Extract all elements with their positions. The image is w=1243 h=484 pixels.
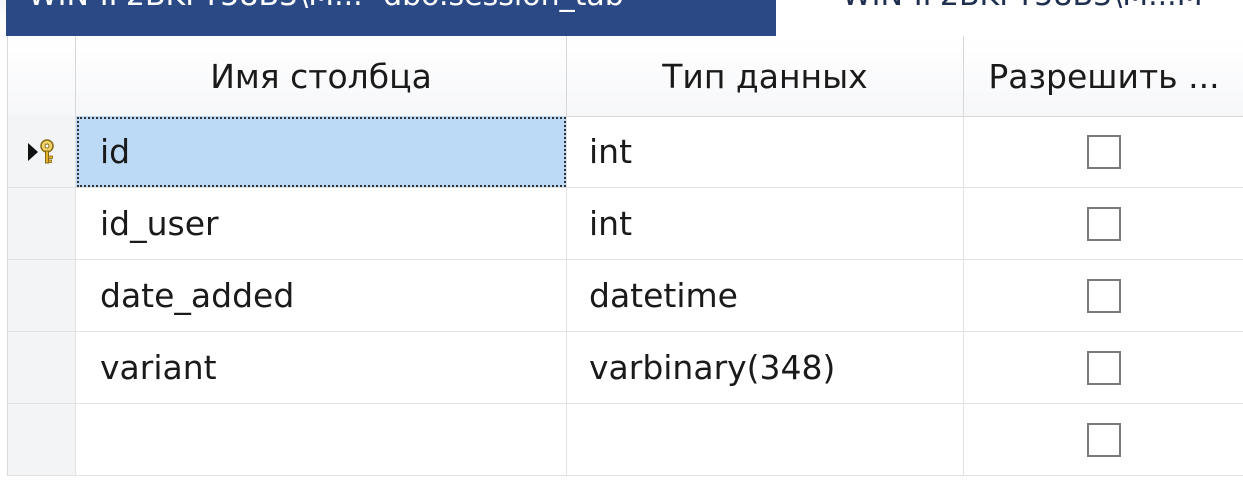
row-selector[interactable] bbox=[7, 188, 76, 260]
column-name-cell[interactable] bbox=[76, 404, 567, 476]
allow-nulls-checkbox[interactable] bbox=[1087, 422, 1121, 457]
column-name-cell[interactable]: id bbox=[76, 116, 567, 188]
table-row[interactable]: date_added datetime bbox=[7, 260, 1243, 332]
tab-other[interactable]: WIN-IF2BKFT58B3\M...M bbox=[776, 0, 1243, 36]
table-row-new[interactable] bbox=[7, 404, 1243, 476]
row-selector[interactable] bbox=[7, 404, 76, 476]
data-type-cell[interactable]: int bbox=[567, 188, 964, 260]
data-type-cell[interactable]: int bbox=[567, 116, 964, 188]
data-type-cell[interactable]: datetime bbox=[567, 260, 964, 332]
tab-session-tab[interactable]: WIN-IF2BKFT58B3\M...- dbo.session_tab bbox=[6, 0, 776, 36]
allow-nulls-cell bbox=[964, 260, 1243, 332]
column-name-header[interactable]: Имя столбца bbox=[76, 36, 567, 116]
row-selector[interactable] bbox=[7, 332, 76, 404]
table-row[interactable]: variant varbinary(348) bbox=[7, 332, 1243, 404]
primary-key-icon bbox=[38, 138, 56, 165]
row-marker bbox=[27, 138, 56, 165]
column-design-grid: Имя столбца Тип данных Разрешить ... id … bbox=[6, 36, 1243, 484]
allow-nulls-checkbox[interactable] bbox=[1087, 206, 1121, 241]
data-type-cell[interactable] bbox=[567, 404, 964, 476]
tab-label: WIN-IF2BKFT58B3\M...M bbox=[842, 0, 1203, 14]
allow-nulls-cell bbox=[964, 116, 1243, 188]
allow-nulls-checkbox[interactable] bbox=[1087, 350, 1121, 385]
table-row[interactable]: id_user int bbox=[7, 188, 1243, 260]
table-row[interactable]: id int bbox=[7, 116, 1243, 188]
allow-nulls-header[interactable]: Разрешить ... bbox=[964, 36, 1243, 116]
allow-nulls-cell bbox=[964, 404, 1243, 476]
column-name-cell[interactable]: variant bbox=[76, 332, 567, 404]
table-designer-window: WIN-IF2BKFT58B3\M...- dbo.session_tab WI… bbox=[0, 0, 1243, 484]
row-selector[interactable] bbox=[7, 260, 76, 332]
data-type-cell[interactable]: varbinary(348) bbox=[567, 332, 964, 404]
column-name-cell[interactable]: date_added bbox=[76, 260, 567, 332]
row-selector[interactable] bbox=[7, 116, 76, 188]
allow-nulls-checkbox[interactable] bbox=[1087, 134, 1121, 169]
column-name-cell[interactable]: id_user bbox=[76, 188, 567, 260]
allow-nulls-cell bbox=[964, 188, 1243, 260]
current-row-arrow-icon bbox=[27, 142, 38, 161]
data-type-header[interactable]: Тип данных bbox=[567, 36, 964, 116]
grid-header: Имя столбца Тип данных Разрешить ... bbox=[7, 36, 1243, 117]
tab-label: WIN-IF2BKFT58B3\M...- dbo.session_tab bbox=[28, 0, 624, 14]
allow-nulls-cell bbox=[964, 332, 1243, 404]
allow-nulls-checkbox[interactable] bbox=[1087, 278, 1121, 313]
row-selector-header bbox=[7, 36, 76, 116]
